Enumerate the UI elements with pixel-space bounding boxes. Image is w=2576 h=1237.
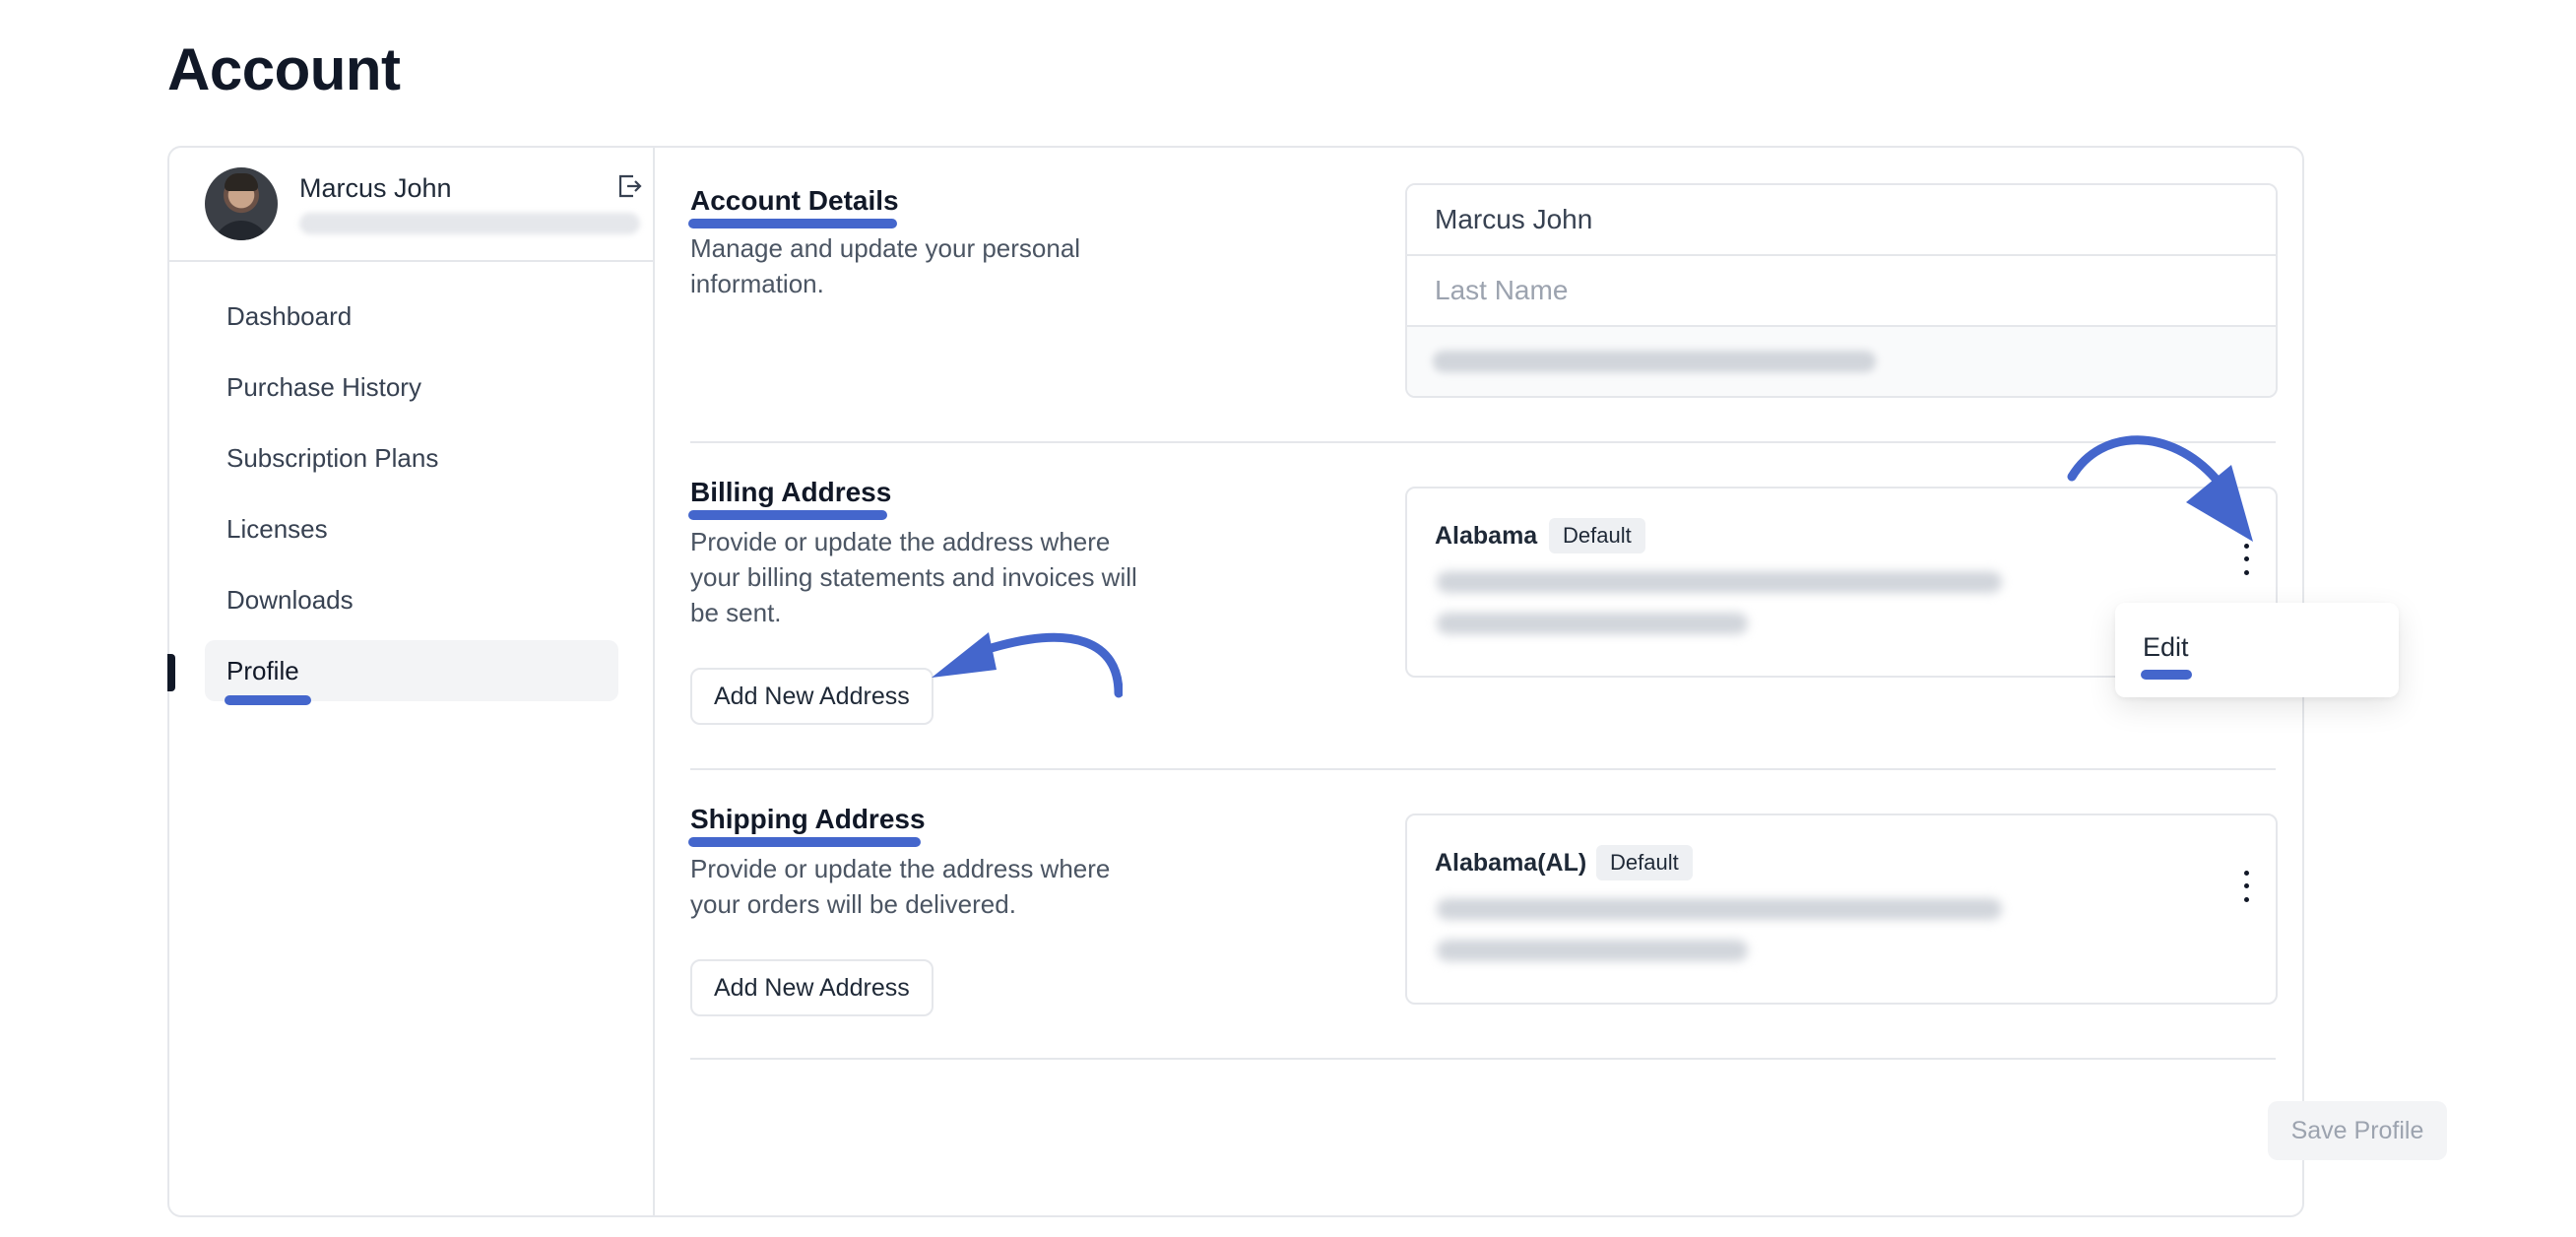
account-details-highlight [688, 219, 897, 228]
sidebar-item-dashboard[interactable]: Dashboard [205, 286, 618, 347]
edit-highlight [2141, 670, 2192, 680]
save-profile-button[interactable]: Save Profile [2268, 1101, 2447, 1160]
billing-highlight [688, 510, 887, 520]
profile-highlight [225, 695, 311, 705]
account-details-description: Manage and update your personal informat… [690, 233, 1081, 298]
active-nav-marker [167, 654, 175, 691]
user-name: Marcus John [299, 173, 452, 203]
account-details-title: Account Details [690, 185, 899, 216]
billing-title: Billing Address [690, 477, 892, 507]
shipping-address-line-redacted [1437, 940, 1748, 961]
menu-item-edit[interactable]: Edit [2143, 632, 2189, 663]
sidebar: Marcus John Dashboard Purchase History S… [167, 148, 655, 1215]
main-content: Account Details Manage and update your p… [655, 148, 2447, 1215]
account-card: Marcus John Dashboard Purchase History S… [167, 146, 2447, 1217]
shipping-add-address-button[interactable]: Add New Address [690, 959, 934, 1016]
avatar [205, 167, 278, 240]
sidebar-item-profile[interactable]: Profile [205, 640, 618, 701]
billing-default-badge: Default [1549, 518, 1645, 553]
first-name-input[interactable] [1407, 185, 2276, 256]
billing-address-line-redacted [1437, 613, 1748, 634]
shipping-address-state: Alabama(AL) [1435, 849, 1587, 877]
sidebar-item-subscription-plans[interactable]: Subscription Plans [205, 427, 618, 488]
shipping-address-line-redacted [1437, 898, 2002, 920]
account-page: Account Marcus John Dashboard Purchase H… [0, 0, 2576, 1237]
shipping-address-card: Alabama(AL) Default [1405, 814, 2278, 1005]
billing-add-address-button[interactable]: Add New Address [690, 668, 934, 725]
shipping-highlight [688, 837, 921, 847]
sidebar-item-downloads[interactable]: Downloads [205, 569, 618, 630]
sidebar-item-licenses[interactable]: Licenses [205, 498, 618, 559]
user-email-redacted [299, 213, 640, 234]
sidebar-nav: Dashboard Purchase History Subscription … [205, 286, 618, 711]
last-name-input[interactable] [1407, 256, 2276, 327]
shipping-title: Shipping Address [690, 804, 926, 834]
divider [690, 1058, 2276, 1060]
email-redacted [1433, 351, 1876, 372]
sidebar-item-purchase-history[interactable]: Purchase History [205, 357, 618, 418]
page-title: Account [167, 36, 401, 102]
billing-address-state: Alabama [1435, 522, 1538, 550]
shipping-description: Provide or update the address where your… [690, 854, 1111, 919]
billing-address-menu: Edit [2115, 603, 2399, 697]
user-box: Marcus John [169, 148, 653, 262]
logout-icon[interactable] [616, 173, 642, 199]
billing-address-line-redacted [1437, 571, 2002, 593]
annotation-arrow-icon [2067, 435, 2253, 542]
shipping-default-badge: Default [1596, 845, 1693, 880]
shipping-more-icon[interactable] [2232, 867, 2260, 906]
annotation-arrow-icon [932, 632, 1123, 698]
